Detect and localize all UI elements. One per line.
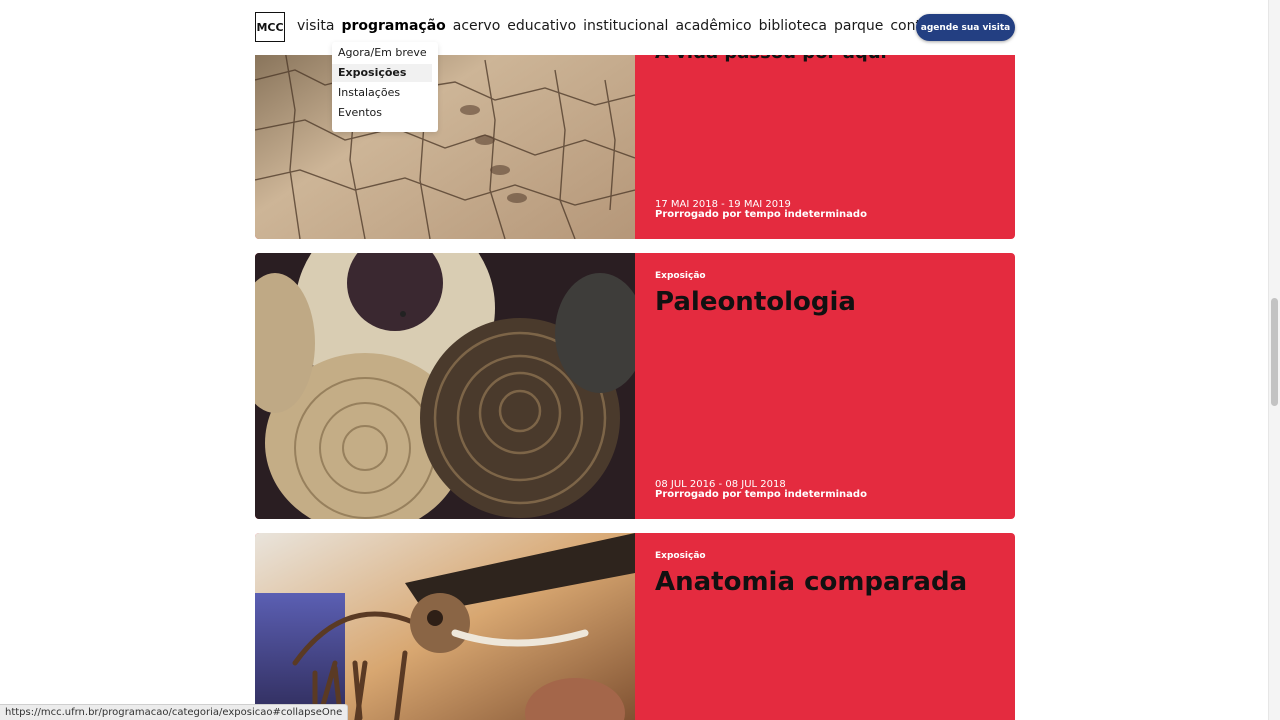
- card-category: Exposição: [655, 271, 706, 281]
- site-header: MCC visita programação acervo educativo …: [0, 0, 1268, 55]
- page-scrollbar[interactable]: [1268, 0, 1280, 720]
- browser-status-url: https://mcc.ufrn.br/programacao/categori…: [0, 704, 349, 720]
- card-extended-note: Prorrogado por tempo indeterminado: [655, 209, 867, 220]
- card-title: Paleontologia: [655, 287, 856, 317]
- dropdown-item-instalacoes[interactable]: Instalações: [338, 84, 400, 102]
- nav-item-programacao[interactable]: programação: [341, 15, 445, 37]
- nav-item-educativo[interactable]: educativo: [507, 15, 576, 37]
- card-image-elephant-skeleton: [255, 533, 635, 720]
- nav-item-academico[interactable]: acadêmico: [675, 15, 751, 37]
- card-image-ammonite-fossils: [255, 253, 635, 519]
- page: A vida passou por aqui 17 MAI 2018 - 19 …: [0, 0, 1280, 720]
- exhibition-card[interactable]: Exposição Anatomia comparada: [255, 533, 1015, 720]
- nav-item-visita[interactable]: visita: [297, 15, 334, 37]
- nav-item-acervo[interactable]: acervo: [453, 15, 501, 37]
- card-content: Exposição Paleontologia 08 JUL 2016 - 08…: [655, 253, 1005, 519]
- nav-item-parque[interactable]: parque: [834, 15, 883, 37]
- card-title: Anatomia comparada: [655, 567, 968, 597]
- nav-item-institucional[interactable]: institucional: [583, 15, 668, 37]
- schedule-visit-button[interactable]: agende sua visita: [916, 14, 1015, 41]
- site-logo[interactable]: MCC: [255, 12, 285, 42]
- card-content: Exposição Anatomia comparada: [655, 533, 1005, 720]
- nav-item-biblioteca[interactable]: biblioteca: [759, 15, 827, 37]
- scrollbar-thumb[interactable]: [1271, 298, 1278, 406]
- card-category: Exposição: [655, 551, 706, 561]
- main-nav: visita programação acervo educativo inst…: [297, 15, 944, 37]
- dropdown-item-exposicoes[interactable]: Exposições: [332, 64, 432, 82]
- programacao-dropdown: Agora/Em breve Exposições Instalações Ev…: [332, 42, 438, 132]
- card-extended-note: Prorrogado por tempo indeterminado: [655, 489, 867, 500]
- dropdown-item-agora[interactable]: Agora/Em breve: [338, 44, 427, 62]
- exhibition-card[interactable]: Exposição Paleontologia 08 JUL 2016 - 08…: [255, 253, 1015, 519]
- dropdown-item-eventos[interactable]: Eventos: [338, 104, 382, 122]
